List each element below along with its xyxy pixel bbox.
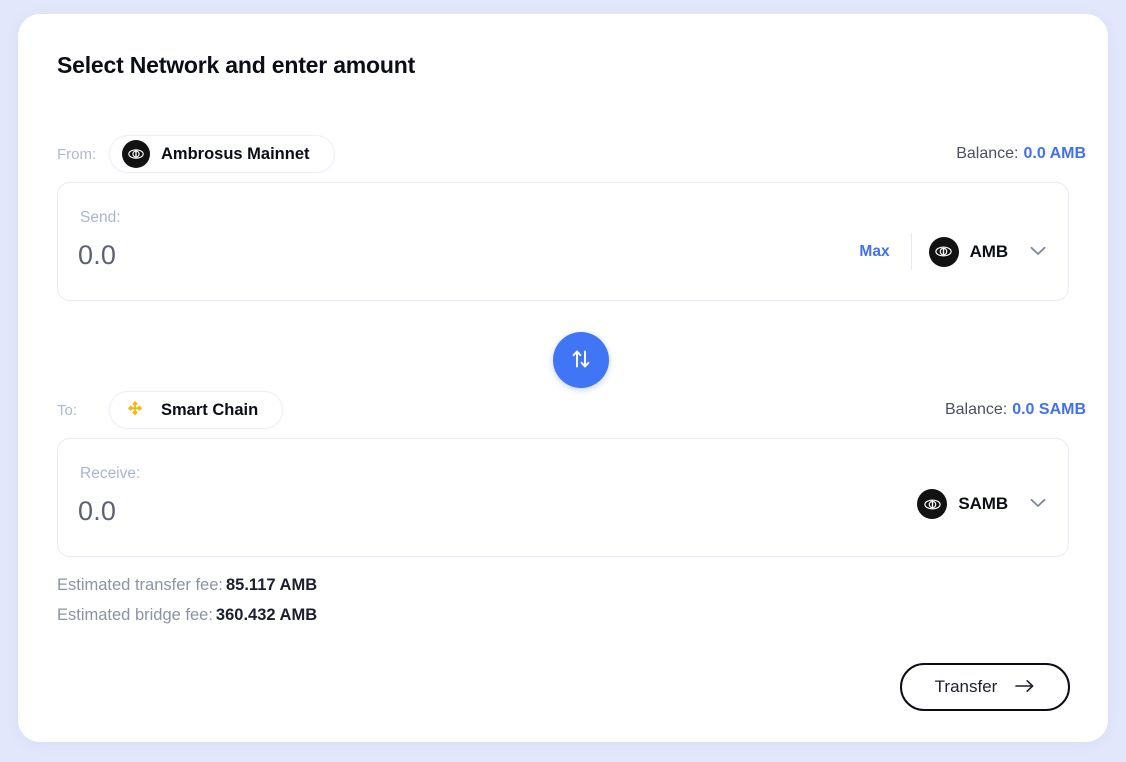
arrow-right-icon [1015, 679, 1035, 696]
from-balance: Balance: 0.0 AMB [956, 145, 1086, 163]
send-amount-input[interactable]: 0.0 [78, 240, 116, 271]
from-network-selector[interactable]: Ambrosus Mainnet [109, 135, 335, 173]
to-balance: Balance: 0.0 SAMB [945, 401, 1086, 419]
to-network-name: Smart Chain [161, 400, 259, 419]
divider [910, 233, 912, 270]
estimated-bridge-fee-label: Estimated bridge fee: [57, 606, 213, 624]
chevron-down-icon[interactable] [1030, 495, 1046, 513]
send-box-controls: Max AMB [859, 233, 1050, 270]
send-token-selector[interactable]: AMB [928, 236, 1050, 267]
receive-box-controls: SAMB [917, 489, 1050, 519]
from-network-row: From: Ambrosus Mainnet Balance: 0.0 AMB [57, 135, 1086, 173]
bridge-card: Select Network and enter amount From: Am… [18, 14, 1108, 742]
receive-token-symbol: SAMB [958, 494, 1008, 513]
page-title: Select Network and enter amount [57, 52, 416, 78]
ambrosus-icon [917, 489, 948, 519]
send-token-symbol: AMB [969, 241, 1009, 261]
estimated-transfer-fee-value: 85.117 AMB [226, 576, 318, 594]
binance-smart-chain-icon [122, 396, 150, 424]
transfer-button[interactable]: Transfer [900, 663, 1070, 711]
estimated-bridge-fee: Estimated bridge fee: 360.432 AMB [57, 606, 317, 625]
receive-token-selector[interactable]: SAMB [917, 489, 1050, 519]
swap-vertical-icon [568, 346, 594, 375]
chevron-down-icon[interactable] [1030, 243, 1046, 261]
to-network-row: To: Smart Chain Balance: 0.0 SAMB [57, 391, 1086, 429]
from-direction-label: From: [57, 145, 97, 163]
transfer-button-label: Transfer [934, 677, 998, 696]
to-balance-label: Balance: [944, 401, 1008, 418]
receive-amount-box: Receive: 0.0 SAMB [57, 438, 1069, 557]
ambrosus-icon [122, 140, 150, 168]
from-network-name: Ambrosus Mainnet [161, 144, 310, 163]
ambrosus-icon [928, 236, 959, 267]
receive-label: Receive: [80, 465, 141, 482]
to-balance-value: 0.0 SAMB [1012, 401, 1086, 418]
max-button[interactable]: Max [859, 243, 910, 261]
estimated-bridge-fee-value: 360.432 AMB [215, 606, 318, 624]
estimated-transfer-fee-label: Estimated transfer fee: [57, 576, 223, 594]
to-direction-label: To: [57, 401, 78, 419]
from-balance-label: Balance: [956, 145, 1019, 162]
receive-amount-input[interactable]: 0.0 [78, 496, 116, 527]
estimated-transfer-fee: Estimated transfer fee: 85.117 AMB [57, 576, 317, 595]
to-network-selector[interactable]: Smart Chain [109, 391, 284, 429]
from-balance-value: 0.0 AMB [1023, 145, 1086, 162]
send-amount-box: Send: 0.0 Max AMB [57, 182, 1069, 301]
swap-direction-button[interactable] [553, 332, 609, 388]
send-label: Send: [80, 209, 121, 226]
